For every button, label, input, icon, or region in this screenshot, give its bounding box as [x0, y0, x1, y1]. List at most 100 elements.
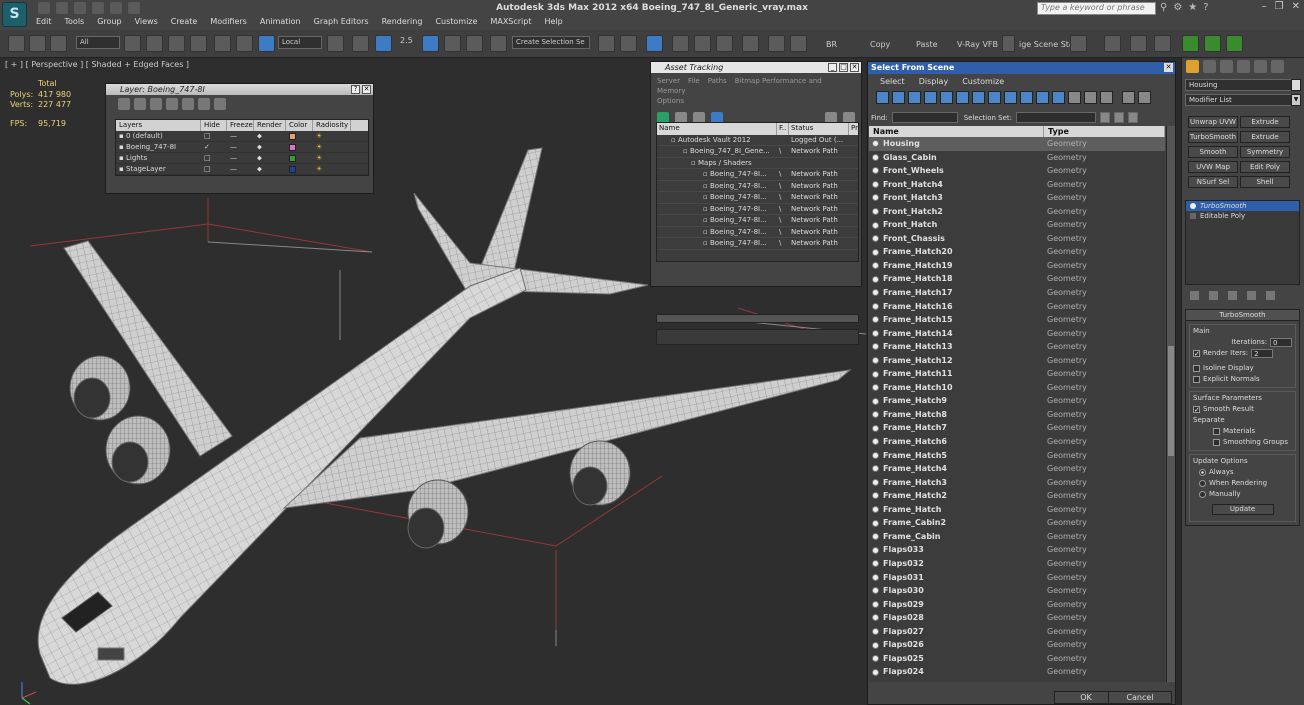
- modifier-button-extrude[interactable]: Extrude: [1240, 116, 1290, 128]
- select-menu-select[interactable]: Select: [880, 77, 905, 86]
- asset-row[interactable]: ▫ Autodesk Vault 2012 Logged Out (...: [657, 135, 858, 146]
- menu-item-tools[interactable]: Tools: [65, 17, 85, 30]
- mirror-icon[interactable]: [598, 35, 615, 52]
- render-toggle[interactable]: ⬥: [254, 164, 286, 177]
- select-menu-customize[interactable]: Customize: [962, 77, 1004, 86]
- asset-horizontal-scrollbar[interactable]: [656, 314, 859, 323]
- object-row[interactable]: Frame_Cabin Geometry: [869, 530, 1165, 544]
- modifier-button-uvw-map[interactable]: UVW Map: [1188, 161, 1238, 173]
- display-shapes-icon[interactable]: [892, 91, 905, 104]
- col-object-type[interactable]: Type: [1044, 126, 1165, 137]
- layer-manager-icon[interactable]: [646, 35, 663, 52]
- cancel-button[interactable]: Cancel: [1108, 691, 1172, 704]
- object-row[interactable]: Frame_Hatch5 Geometry: [869, 449, 1165, 463]
- schematic-view-icon[interactable]: [716, 35, 733, 52]
- col-proxy[interactable]: Pr: [849, 123, 858, 135]
- create-tab-icon[interactable]: [1186, 60, 1199, 73]
- when-rendering-radio[interactable]: [1199, 480, 1206, 487]
- object-list-scrollbar[interactable]: [1166, 126, 1175, 682]
- help-icon[interactable]: ?: [1203, 2, 1208, 13]
- subscription-icon[interactable]: ⚙: [1173, 2, 1182, 13]
- object-row[interactable]: Flaps026 Geometry: [869, 638, 1165, 652]
- asset-row[interactable]: ▫ Boeing_747-8I... \ Network Path: [657, 227, 858, 238]
- material-editor-icon[interactable]: [742, 35, 759, 52]
- modifier-button-nsurf-sel[interactable]: NSurf Sel: [1188, 176, 1238, 188]
- vray-vfb-button[interactable]: V-Ray VFB: [957, 40, 998, 49]
- curve-editor-icon[interactable]: [694, 35, 711, 52]
- object-name-field[interactable]: Housing: [1185, 79, 1301, 91]
- close-icon[interactable]: ✕: [1164, 63, 1173, 72]
- link-icon[interactable]: [8, 35, 25, 52]
- align-icon[interactable]: [620, 35, 637, 52]
- col-full-path[interactable]: F..: [777, 123, 789, 135]
- object-row[interactable]: Frame_Hatch2 Geometry: [869, 489, 1165, 503]
- crowd-icon[interactable]: [1204, 35, 1221, 52]
- render-frame-icon[interactable]: [790, 35, 807, 52]
- object-row[interactable]: Flaps028 Geometry: [869, 611, 1165, 625]
- iterations-spinner[interactable]: 0: [1270, 338, 1292, 347]
- asset-menu-paths[interactable]: Paths: [708, 77, 727, 85]
- smoothing-groups-checkbox[interactable]: [1213, 439, 1220, 446]
- close-icon[interactable]: ✕: [362, 85, 371, 94]
- container-icon[interactable]: [1104, 35, 1121, 52]
- object-row[interactable]: Flaps027 Geometry: [869, 625, 1165, 639]
- populate-icon[interactable]: [1182, 35, 1199, 52]
- object-row[interactable]: Housing Geometry: [869, 137, 1165, 151]
- render-iters-checkbox[interactable]: ✓: [1193, 350, 1200, 358]
- binoculars-icon[interactable]: ⚲: [1160, 2, 1167, 13]
- help-icon[interactable]: ?: [351, 85, 360, 94]
- col-hide[interactable]: Hide: [201, 120, 227, 131]
- asset-menu-server[interactable]: Server: [657, 77, 680, 85]
- asset-path-field[interactable]: [656, 329, 859, 345]
- expand-icon[interactable]: [1190, 213, 1196, 219]
- new-layer-icon[interactable]: [118, 98, 130, 110]
- col-name[interactable]: Name: [657, 123, 777, 135]
- menu-item-create[interactable]: Create: [171, 17, 198, 30]
- col-layers[interactable]: Layers: [116, 120, 201, 131]
- window-crossing-icon[interactable]: [190, 35, 207, 52]
- maximize-icon[interactable]: ❐: [1275, 1, 1284, 12]
- object-row[interactable]: Flaps025 Geometry: [869, 652, 1165, 666]
- highlight-layer-icon[interactable]: [182, 98, 194, 110]
- object-color-swatch[interactable]: [1291, 79, 1301, 91]
- minimize-icon[interactable]: _: [828, 63, 837, 72]
- asset-window-titlebar[interactable]: Asset Tracking _ □ ✕: [651, 62, 861, 73]
- display-tab-icon[interactable]: [1254, 60, 1267, 73]
- graphite-toolbar-icon[interactable]: [672, 35, 689, 52]
- utilities-tab-icon[interactable]: [1271, 60, 1284, 73]
- scene-state-icon[interactable]: [1002, 35, 1015, 52]
- find-input[interactable]: [891, 112, 958, 123]
- modifier-button-turbosmooth[interactable]: TurboSmooth: [1188, 131, 1238, 143]
- materials-checkbox[interactable]: [1213, 428, 1220, 435]
- xref-icon[interactable]: [1130, 35, 1147, 52]
- modifier-button-extrude[interactable]: Extrude: [1240, 131, 1290, 143]
- object-row[interactable]: Frame_Hatch12 Geometry: [869, 354, 1165, 368]
- layer-name[interactable]: ▪ StageLayer: [116, 164, 201, 177]
- object-row[interactable]: Frame_Hatch15 Geometry: [869, 313, 1165, 327]
- freeze-toggle[interactable]: —: [227, 164, 254, 177]
- asset-row[interactable]: ▫ Boeing_747-8I... \ Network Path: [657, 238, 858, 250]
- asset-menu-file[interactable]: File: [688, 77, 700, 85]
- chevron-down-icon[interactable]: ▼: [1291, 94, 1301, 106]
- favorites-icon[interactable]: ★: [1188, 2, 1197, 13]
- lightbulb-icon[interactable]: [1190, 203, 1196, 209]
- stack-item-editable-poly[interactable]: Editable Poly: [1186, 211, 1299, 221]
- bind-space-warp-icon[interactable]: [50, 35, 67, 52]
- object-row[interactable]: Frame_Hatch8 Geometry: [869, 408, 1165, 422]
- move-icon[interactable]: [214, 35, 231, 52]
- modifier-button-smooth[interactable]: Smooth: [1188, 146, 1238, 158]
- object-row[interactable]: Front_Hatch3 Geometry: [869, 191, 1165, 205]
- layer-row[interactable]: ▪ Lights □ — ⬥ ☀: [116, 153, 368, 164]
- viewport-label[interactable]: [ + ] [ Perspective ] [ Shaded + Edged F…: [5, 60, 189, 69]
- display-containers-icon[interactable]: [1020, 91, 1033, 104]
- modifier-button-unwrap-uvw[interactable]: Unwrap UVW: [1188, 116, 1238, 128]
- selection-filter-dropdown[interactable]: All: [76, 36, 120, 49]
- color-swatch[interactable]: [286, 164, 313, 177]
- modifier-button-shell[interactable]: Shell: [1240, 176, 1290, 188]
- menu-item-edit[interactable]: Edit: [36, 17, 52, 30]
- display-xrefs-icon[interactable]: [988, 91, 1001, 104]
- scene-state-button[interactable]: ige Scene Stat: [1019, 40, 1077, 49]
- layer-row[interactable]: ▪ Boeing_747-8I ✓ — ⬥ ☀: [116, 142, 368, 153]
- object-row[interactable]: Frame_Hatch18 Geometry: [869, 272, 1165, 286]
- object-row[interactable]: Front_Wheels Geometry: [869, 164, 1165, 178]
